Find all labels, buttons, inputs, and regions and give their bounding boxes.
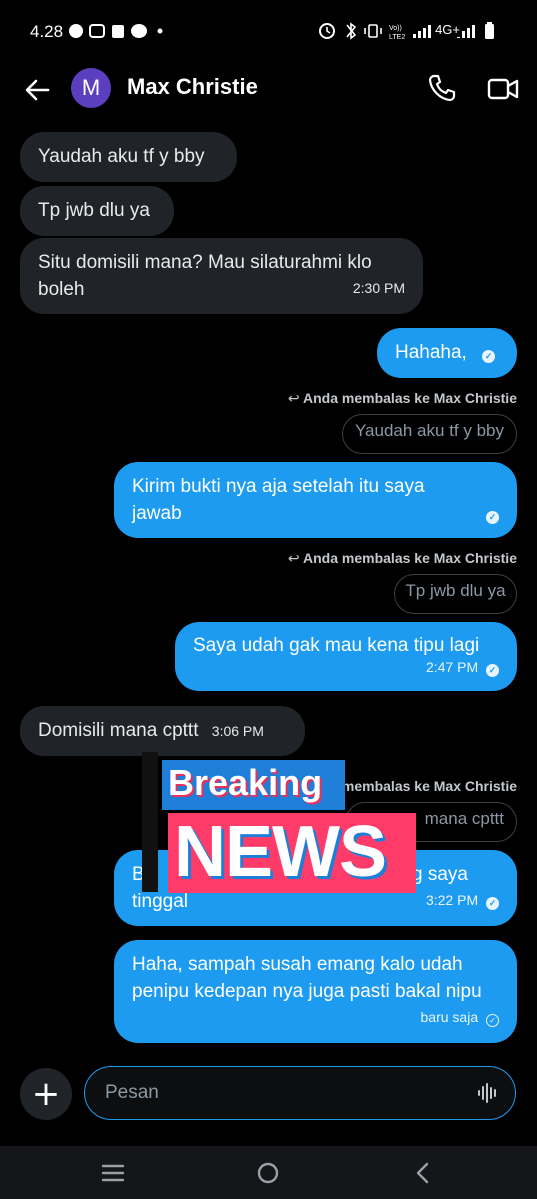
quoted-message[interactable]: Yaudah aku tf y bby [342,414,517,454]
quoted-text: Tp jwb dlu ya [405,581,506,600]
message-composer[interactable] [84,1066,516,1120]
status-bar: 4.28 Vo)) LTE2 4G+ [0,0,537,62]
message-time: 2:30 PM [352,280,405,296]
incoming-message[interactable]: Tp jwb dlu ya [20,186,174,236]
reply-note: ↩ Anda membalas ke Max Christie [288,390,517,407]
call-button[interactable] [426,72,458,104]
reply-icon: ↩ [287,550,300,566]
message-time: 3:06 PM [211,723,264,739]
incoming-message[interactable]: Yaudah aku tf y bby [20,132,237,182]
breaking-label: Breaking [162,760,345,810]
system-icons: Vo)) LTE2 [319,22,494,41]
read-check-icon: ✓ [486,511,499,524]
message-text: Haha, sampah susah emang kalo udah penip… [132,954,482,1002]
outgoing-message[interactable]: Hahaha, ✓ [377,328,517,378]
news-text: NEWS [174,812,387,892]
incoming-message[interactable]: Situ domisili mana? Mau silaturahmi klo … [20,238,423,314]
outgoing-message[interactable]: Saya udah gak mau kena tipu lagi 2:47 PM… [175,622,517,691]
message-text: Hahaha, [395,342,467,363]
breaking-text: Breaking [168,762,323,803]
message-text: Yaudah aku tf y bby [38,146,205,167]
status-left-icons [68,22,164,44]
reply-note-text: Anda membalas ke Max Christie [303,550,517,566]
reply-note: ↩ Anda membalas ke Max Christie [288,550,517,567]
message-text: Situ domisili mana? Mau silaturahmi klo … [38,252,372,300]
outgoing-message[interactable]: Kirim bukti nya aja setelah itu saya jaw… [114,462,517,538]
quoted-text: mana cpttt [424,809,504,828]
reply-note-text: Anda membalas ke Max Christie [303,390,517,406]
message-time: baru saja [420,1009,479,1025]
back-nav-icon[interactable] [410,1160,436,1186]
home-icon[interactable] [255,1160,281,1186]
svg-text:Vo)): Vo)) [389,25,402,32]
video-call-button[interactable] [486,74,520,104]
sticker-bar [142,752,158,892]
status-time: 4.28 [30,22,64,41]
read-check-icon: ✓ [486,664,499,677]
message-time: 3:22 PM [425,892,479,908]
reply-note: membalas ke Max Christie [342,778,517,794]
recent-apps-icon[interactable] [100,1160,126,1186]
message-meta: 2:47 PM ✓ [426,654,499,681]
read-check-icon: ✓ [486,897,499,910]
plus-icon: + [31,1074,61,1114]
voice-message-icon[interactable] [477,1082,499,1104]
reply-icon: ↩ [287,390,300,406]
message-text-right: g saya [412,864,468,885]
video-camera-icon [487,78,519,100]
back-button[interactable] [22,74,54,106]
read-check-icon: ✓ [482,350,496,363]
message-input[interactable] [103,1081,467,1105]
outgoing-message[interactable]: Haha, sampah susah emang kalo udah penip… [114,940,517,1043]
notification-icons [69,24,163,38]
message-text: Tp jwb dlu ya [38,200,150,221]
avatar[interactable]: M [71,68,111,108]
reply-note-text: membalas ke Max Christie [341,778,517,794]
message-meta: baru saja ✓ [421,1004,499,1031]
news-label: NEWS [168,812,416,893]
network-label: 4G+ [433,22,462,37]
message-meta: 3:22 PM ✓ [426,887,499,914]
add-attachment-button[interactable]: + [20,1068,72,1120]
phone-icon [428,74,456,102]
back-arrow-icon [25,79,50,101]
contact-name[interactable]: Max Christie [127,74,258,100]
quoted-message[interactable]: Tp jwb dlu ya [394,574,517,614]
sent-check-icon: ✓ [486,1014,499,1027]
message-text: Domisili mana cpttt [38,720,199,741]
quoted-text: Yaudah aku tf y bby [354,421,504,440]
message-text: Kirim bukti nya aja setelah itu saya jaw… [132,476,425,524]
message-time: 2:47 PM [425,659,479,675]
incoming-message[interactable]: Domisili mana cpttt 3:06 PM [20,706,305,756]
svg-text:LTE2: LTE2 [389,34,405,41]
status-right-icons: Vo)) LTE2 [317,20,507,45]
